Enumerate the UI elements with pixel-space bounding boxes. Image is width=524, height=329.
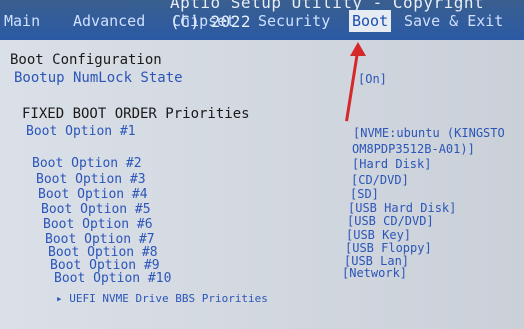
- tab-bar: Main Advanced Chipset Security Boot Save…: [0, 10, 524, 34]
- tab-security[interactable]: Security: [258, 12, 330, 30]
- uefi-nvme-bbs-label: UEFI NVME Drive BBS Priorities: [69, 292, 268, 305]
- boot-option-6-label[interactable]: Boot Option #6: [43, 217, 153, 232]
- boot-option-3-value[interactable]: [CD/DVD]: [351, 173, 409, 187]
- boot-option-2-value[interactable]: [Hard Disk]: [352, 157, 431, 171]
- tab-main[interactable]: Main: [4, 12, 40, 30]
- boot-option-2-label[interactable]: Boot Option #2: [32, 156, 142, 171]
- tab-save-exit[interactable]: Save & Exit: [404, 12, 503, 30]
- boot-option-1-label[interactable]: Boot Option #1: [26, 124, 136, 139]
- tab-advanced[interactable]: Advanced: [73, 12, 145, 30]
- highlight-arrow-head: [350, 42, 366, 56]
- boot-option-1-value[interactable]: [NVME:ubuntu (KINGSTO: [353, 126, 505, 140]
- uefi-nvme-bbs-link[interactable]: ▸ UEFI NVME Drive BBS Priorities: [56, 292, 268, 305]
- boot-option-10-label[interactable]: Boot Option #10: [54, 271, 171, 286]
- submenu-triangle-icon: ▸: [56, 292, 70, 305]
- boot-option-4-label[interactable]: Boot Option #4: [38, 187, 148, 202]
- boot-option-5-value[interactable]: [USB Hard Disk]: [348, 201, 456, 215]
- fixed-boot-order-heading: FIXED BOOT ORDER Priorities: [22, 106, 250, 122]
- boot-option-5-label[interactable]: Boot Option #5: [41, 202, 151, 217]
- boot-option-3-label[interactable]: Boot Option #3: [36, 172, 146, 187]
- tab-chipset[interactable]: Chipset: [172, 12, 235, 30]
- boot-option-1-value-cont: OM8PDP3512B-A01)]: [352, 142, 475, 156]
- boot-option-10-value[interactable]: [Network]: [342, 266, 407, 280]
- numlock-value[interactable]: [On]: [358, 72, 387, 86]
- boot-option-8-value[interactable]: [USB Floppy]: [345, 241, 432, 255]
- section-title: Boot Configuration: [10, 52, 162, 68]
- numlock-label[interactable]: Bootup NumLock State: [14, 70, 183, 86]
- tab-boot[interactable]: Boot: [349, 10, 392, 32]
- boot-option-6-value[interactable]: [USB CD/DVD]: [347, 214, 434, 228]
- boot-option-7-value[interactable]: [USB Key]: [346, 228, 411, 242]
- boot-option-4-value[interactable]: [SD]: [350, 187, 379, 201]
